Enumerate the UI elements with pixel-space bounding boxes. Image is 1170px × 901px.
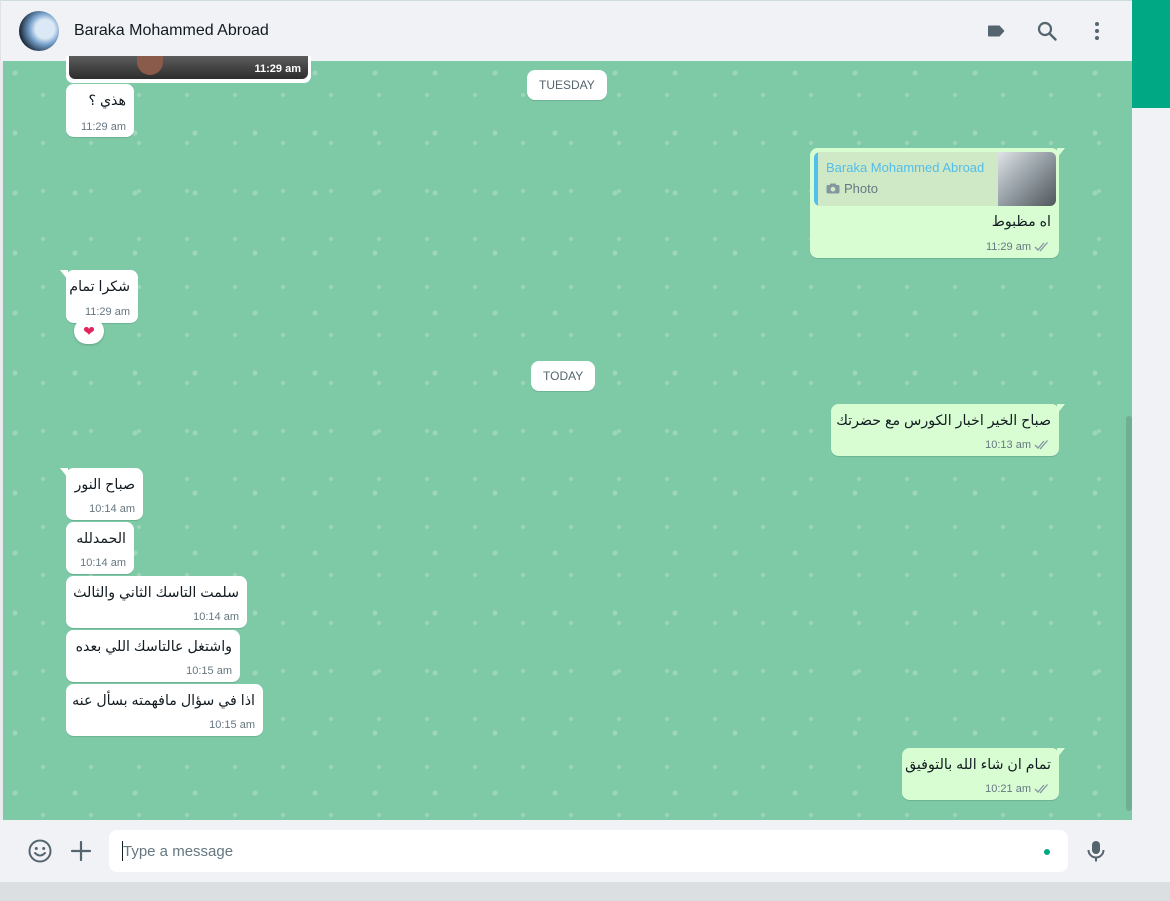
contact-name[interactable]: Baraka Mohammed Abroad [74, 22, 269, 40]
message-time: 10:21 am [985, 783, 1031, 795]
message-text: هذي ؟ [88, 93, 126, 109]
message-time: 11:29 am [84, 306, 130, 318]
message-time: 10:14 am [89, 503, 135, 515]
message-bubble-outgoing[interactable]: Baraka Mohammed Abroad Photo اه مظبوط 11… [810, 148, 1065, 258]
image-thumbnail[interactable]: 11:29 am [69, 56, 308, 79]
chat-header: Baraka Mohammed Abroad [0, 0, 1132, 61]
message-text: الحمدلله [76, 531, 126, 547]
message-text: صباح الخير اخبار الكورس مع حضرتك [836, 413, 1051, 429]
message-text: سلمت التاسك الثاني والثالث [73, 585, 239, 601]
microphone-icon[interactable] [1083, 838, 1109, 864]
bubble-tail [1057, 748, 1065, 758]
bubble-tail [60, 468, 68, 478]
side-panel-accent [1132, 0, 1170, 108]
quoted-sender: Baraka Mohammed Abroad [826, 160, 985, 175]
attach-plus-icon[interactable] [68, 838, 94, 864]
message-time: 10:14 am [193, 611, 239, 623]
message-bubble-incoming[interactable]: سلمت التاسك الثاني والثالث 10:14 am [66, 576, 247, 628]
quote-accent-bar [814, 152, 818, 206]
message-text: اه مظبوط [991, 214, 1051, 230]
date-divider-today: TODAY [531, 361, 596, 391]
chat-window: Baraka Mohammed Abroad 11:29 am TUESDAY … [0, 0, 1132, 882]
message-text: شكرا تمام [69, 279, 130, 295]
read-ticks-icon [1034, 784, 1048, 794]
bubble-tail [60, 270, 68, 280]
message-list-scrollbar[interactable] [1126, 416, 1132, 811]
window-bottom-edge [0, 882, 1170, 901]
message-time: 11:29 am [80, 121, 126, 133]
bubble-tail [1057, 404, 1065, 414]
message-bubble-incoming[interactable]: صباح النور 10:14 am [60, 468, 143, 520]
message-time: 10:15 am [186, 665, 232, 677]
message-bubble-outgoing[interactable]: صباح الخير اخبار الكورس مع حضرتك 10:13 a… [831, 404, 1065, 456]
read-ticks-icon [1034, 440, 1048, 450]
heart-reaction-icon[interactable]: ❤ [74, 318, 104, 344]
quoted-photo-thumbnail [998, 152, 1056, 206]
message-bubble-outgoing[interactable]: تمام ان شاء الله بالتوفيق 10:21 am [902, 748, 1065, 800]
message-time: 11:29 am [985, 241, 1031, 253]
label-icon[interactable] [985, 19, 1009, 43]
message-composer [0, 820, 1132, 882]
message-text: تمام ان شاء الله بالتوفيق [905, 757, 1051, 773]
message-input[interactable] [109, 830, 1068, 872]
text-cursor [122, 841, 123, 861]
message-text: اذا في سؤال مافهمته بسأل عنه [72, 693, 255, 709]
message-time: 10:13 am [985, 439, 1031, 451]
menu-dots-icon[interactable] [1085, 19, 1109, 43]
emoji-icon[interactable] [27, 838, 53, 864]
message-time: 10:14 am [80, 557, 126, 569]
message-bubble-incoming[interactable]: الحمدلله 10:14 am [66, 522, 134, 574]
side-panel-background [1132, 108, 1170, 901]
message-bubble-incoming[interactable]: واشتغل عالتاسك اللي بعده 10:15 am [66, 630, 240, 682]
message-bubble-incoming[interactable]: اذا في سؤال مافهمته بسأل عنه 10:15 am [66, 684, 263, 736]
quoted-message[interactable]: Baraka Mohammed Abroad Photo [814, 152, 1056, 206]
quoted-type: Photo [844, 181, 878, 196]
message-time: 10:15 am [209, 719, 255, 731]
input-status-dot [1044, 849, 1050, 855]
message-bubble-incoming[interactable]: شكرا تمام 11:29 am [60, 270, 138, 323]
image-content [137, 56, 163, 75]
image-message[interactable]: 11:29 am [66, 56, 311, 83]
read-ticks-icon [1034, 242, 1048, 252]
contact-avatar[interactable] [19, 11, 59, 51]
date-divider-tuesday: TUESDAY [527, 70, 607, 100]
message-text: واشتغل عالتاسك اللي بعده [75, 639, 232, 655]
camera-icon [826, 183, 840, 194]
bubble-tail [1057, 148, 1065, 158]
message-time: 11:29 am [254, 63, 301, 75]
search-icon[interactable] [1035, 19, 1059, 43]
message-text: صباح النور [74, 477, 135, 493]
message-bubble-incoming[interactable]: هذي ؟ 11:29 am [66, 84, 134, 137]
